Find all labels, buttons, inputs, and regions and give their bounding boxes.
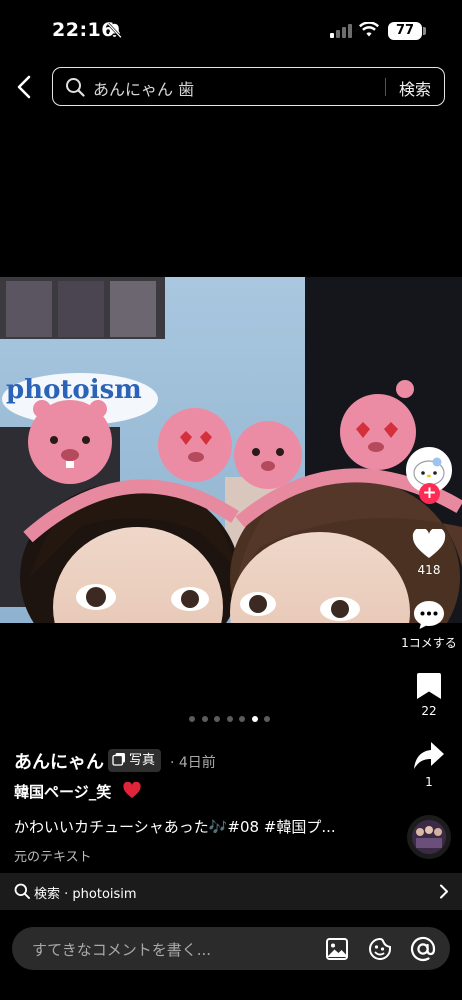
- bell-mute-icon: [107, 22, 122, 39]
- search-icon: [66, 78, 85, 97]
- carousel-indicator: [189, 716, 273, 724]
- bookmark-icon: [417, 673, 441, 699]
- music-disc[interactable]: [407, 815, 451, 859]
- chevron-right-icon: [440, 884, 448, 899]
- follow-button[interactable]: +: [419, 483, 440, 504]
- share-arrow-icon: [414, 742, 444, 769]
- comment-bar: すてきなコメントを書く...: [0, 910, 462, 1000]
- carousel-dot: [189, 716, 195, 722]
- save-button[interactable]: 22: [399, 672, 459, 718]
- comment-count: 1コメする: [401, 636, 457, 650]
- search-suggestion-bar[interactable]: 検索 · photoisim: [0, 873, 462, 910]
- photo-image: [0, 277, 462, 623]
- back-button[interactable]: [14, 74, 36, 100]
- mention-icon[interactable]: [410, 936, 436, 962]
- wifi-icon: [359, 22, 379, 37]
- search-submit-button[interactable]: 検索: [399, 76, 431, 100]
- search-box[interactable]: あんにゃん 歯 検索: [52, 67, 445, 106]
- comment-button[interactable]: 1コメする: [394, 600, 462, 651]
- status-bar: 22:16 77: [0, 0, 462, 60]
- carousel-dot: [201, 716, 208, 722]
- comment-bubble-icon: [414, 601, 444, 629]
- comment-placeholder: すてきなコメントを書く...: [32, 941, 212, 959]
- photos-icon: [112, 753, 125, 766]
- search-divider: [385, 78, 386, 96]
- original-text-link[interactable]: 元のテキスト: [14, 846, 92, 865]
- post-date: · 4日前: [170, 755, 216, 771]
- signal-icon: [330, 24, 352, 38]
- post-photo[interactable]: photoism: [0, 277, 462, 623]
- search-icon: [14, 883, 30, 899]
- carousel-dot: [239, 716, 245, 722]
- comment-input[interactable]: すてきなコメントを書く...: [12, 927, 450, 970]
- carousel-dot: [226, 716, 233, 722]
- photo-badge-label: 写真: [129, 753, 156, 768]
- battery-tip: [423, 27, 426, 35]
- music-cover-image: [412, 820, 446, 854]
- post-title: 韓国ページ_笑: [14, 783, 112, 801]
- share-count: 1: [425, 775, 433, 789]
- emoji-icon[interactable]: [368, 937, 392, 961]
- save-count: 22: [421, 704, 437, 718]
- post-description[interactable]: かわいいカチューシャあった🎶#08 #韓国プ...: [14, 816, 364, 837]
- like-button[interactable]: 418: [399, 529, 459, 577]
- battery-indicator: 77: [388, 22, 422, 40]
- image-icon[interactable]: [325, 937, 349, 961]
- like-count: 418: [417, 563, 441, 577]
- carousel-dot: [264, 716, 270, 722]
- search-query[interactable]: あんにゃん 歯: [93, 76, 194, 100]
- photo-brand-text: photoism: [6, 375, 142, 405]
- heart-icon: [412, 529, 446, 558]
- share-button[interactable]: 1: [399, 741, 459, 789]
- carousel-dot: [214, 716, 220, 722]
- photo-badge: 写真: [108, 749, 162, 772]
- red-heart-emoji-icon: [123, 782, 141, 798]
- carousel-dot: [251, 716, 258, 722]
- author-name[interactable]: あんにゃん: [14, 748, 104, 774]
- search-suggestion-label: 検索 · photoisim: [34, 887, 137, 902]
